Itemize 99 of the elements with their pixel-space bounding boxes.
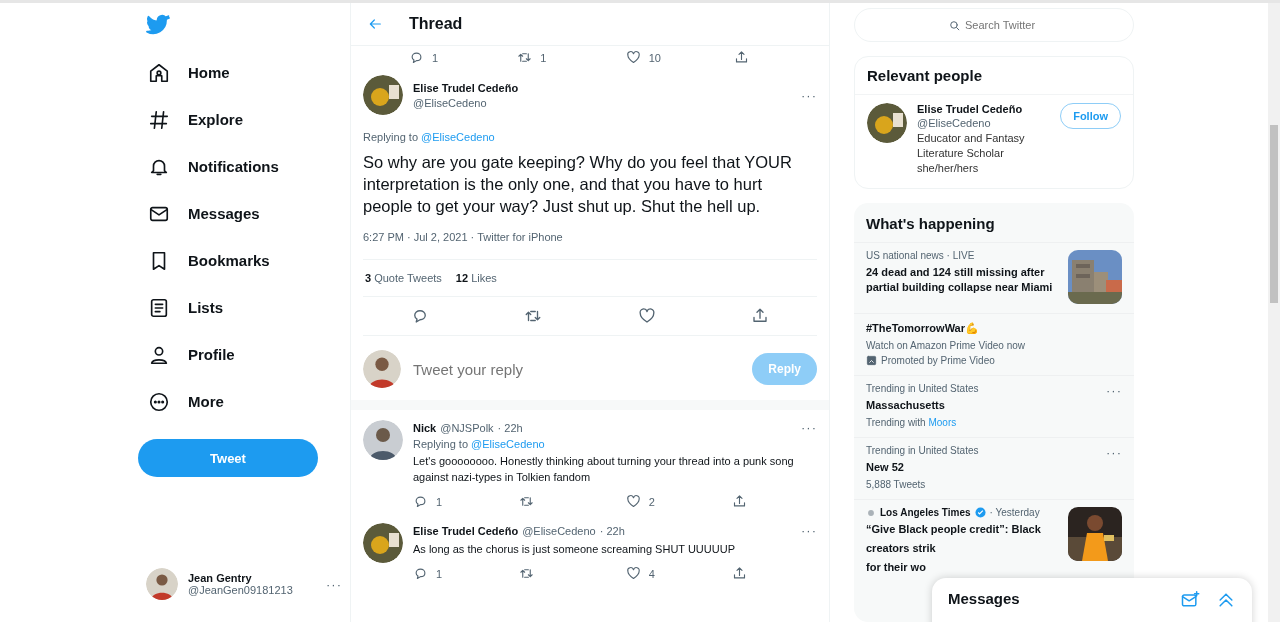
drawer-title: Messages [948,590,1021,607]
bird-logo-icon [146,13,170,37]
tweet-text: So why are you gate keeping? Why do you feel that YOUR interpretation is the only one, and that you have to hurt people to get your way? Just shut up. Shut the hell up. [363,152,793,217]
trend-headline: 24 dead and 124 still missing after partial building collapse near Miami [866,265,1054,295]
comment-icon [409,50,424,65]
action-count: 1 [432,51,439,64]
source-name: Los Angeles Times [880,507,971,518]
person-bio: Educator and Fantasy Literature Scholar she/her/hers [917,131,1026,176]
avatar [363,75,403,115]
reply-text: As long as the chorus is just someone screaming SHUT UUUUUP [413,542,736,557]
reply-text: Let's goooooooo. Honestly thinking about turning your thread into a punk song against nazi-types in Tolkien fandom [413,454,795,485]
nav-item[interactable]: Notifications [138,143,289,190]
hashtag-icon [148,108,170,131]
person-handle: @EliseCedeno [917,117,992,129]
account-switcher[interactable]: Jean Gentry @JeanGen09181213 ··· [138,564,350,604]
tweet-stat[interactable]: 3 Quote Tweets [365,272,442,284]
author-name: Elise Trudel Cedeño [413,524,519,537]
author-handle: @EliseCedeno [413,96,488,109]
trend-time: · Yesterday [989,507,1040,518]
share-icon [751,307,770,325]
more-circle-icon [148,390,170,413]
trend-title: #TheTomorrowWar💪 [866,321,980,336]
tweet-timestamp: 6:27 PM · Jul 2, 2021 · Twitter for iPhone [363,231,817,260]
trend-headline: for their wo [866,560,927,575]
promoted-label: Promoted by Prime Video [881,355,995,366]
trend-item[interactable]: Trending in United States New 52 5,888 Tweets ··· [854,437,1134,499]
page-title: Thread [409,15,463,33]
nav-item[interactable]: More [138,378,234,425]
search-field[interactable]: Search Twitter [854,8,1134,42]
home-icon [148,61,170,84]
nav-item[interactable]: Lists [138,284,233,331]
action-count: 1 [436,567,443,580]
card-title: Relevant people [866,66,984,86]
share-icon [732,494,747,509]
search-icon [948,19,961,32]
more-icon[interactable]: ··· [1106,383,1122,428]
share-icon [732,566,747,581]
replying-to: Replying to @EliseCedeno [413,438,546,450]
heart-icon [625,494,641,509]
replying-to: Replying to @EliseCedeno [363,131,496,143]
heart-icon [625,50,641,65]
trend-headline: creators strik [866,541,937,556]
trend-item[interactable]: #TheTomorrowWar💪 Watch on Amazon Prime Video now Promoted by Prime Video [854,313,1134,375]
tweet-time: · 22h [497,421,523,434]
account-name: Jean Gentry [188,572,253,584]
retweet-icon [519,494,535,509]
compose-message-icon [1180,590,1200,610]
trend-item[interactable]: US national news · LIVE 24 dead and 124 still missing after partial building collapse near Miami [854,242,1134,313]
avatar [363,420,403,460]
list-icon [148,296,170,319]
heart-icon [637,307,656,325]
trend-item[interactable]: Trending in United States Massachusetts Trending with Moors ··· [854,375,1134,437]
more-icon[interactable]: ··· [1106,445,1122,490]
more-icon[interactable]: ··· [801,523,817,538]
nav-item[interactable]: Messages [138,190,270,237]
trend-headline: “Give Black people credit”: Black [866,522,1042,537]
heart-icon [625,566,641,581]
tweet-stat[interactable]: 12 Likes [455,272,497,284]
author-name: Nick [413,421,437,434]
action-count: 10 [648,51,661,64]
nav-item[interactable]: Explore [138,96,254,143]
more-icon[interactable]: ··· [801,420,817,435]
more-icon: ··· [326,576,342,592]
comment-icon [413,566,428,581]
author-handle: @EliseCedeno [522,524,596,537]
trend-context: Trending in United States [866,445,980,456]
author-name: Elise Trudel Cedeño [413,81,520,94]
person-name: Elise Trudel Cedeño [917,103,1024,115]
nav-item[interactable]: Bookmarks [138,237,280,284]
avatar [867,103,907,143]
retweet-icon [517,50,533,65]
trend-context: Trending in United States [866,383,980,394]
action-count: 1 [540,51,547,64]
trend-subtitle: Trending with Moors [866,417,958,428]
avatar [146,568,178,600]
panel-title: What's happening [865,214,996,234]
trend-title: Massachusetts [866,398,946,413]
scrollbar[interactable] [1268,3,1280,622]
trend-title: New 52 [866,460,905,475]
trend-description: Watch on Amazon Prime Video now [866,340,1026,351]
nav-item[interactable]: Profile [138,331,245,378]
action-count: 2 [648,495,655,508]
share-icon [734,50,749,65]
nav-item[interactable]: Home [138,49,240,96]
promoted-icon [866,355,877,366]
action-count: 1 [436,495,443,508]
more-icon[interactable]: ··· [801,87,817,103]
avatar [363,523,403,563]
trend-context: US national news · LIVE [866,250,976,261]
avatar [363,350,401,388]
tweet-time: · 22h [599,524,625,537]
author-handle: @NJSPolk [440,421,494,434]
comment-icon [413,494,428,509]
trend-subtitle: 5,888 Tweets [866,479,927,490]
account-handle: @JeanGen09181213 [188,584,294,596]
action-count: 4 [648,567,655,580]
retweet-icon [519,566,535,581]
source-icon [866,507,876,518]
back-arrow-icon [367,16,383,32]
